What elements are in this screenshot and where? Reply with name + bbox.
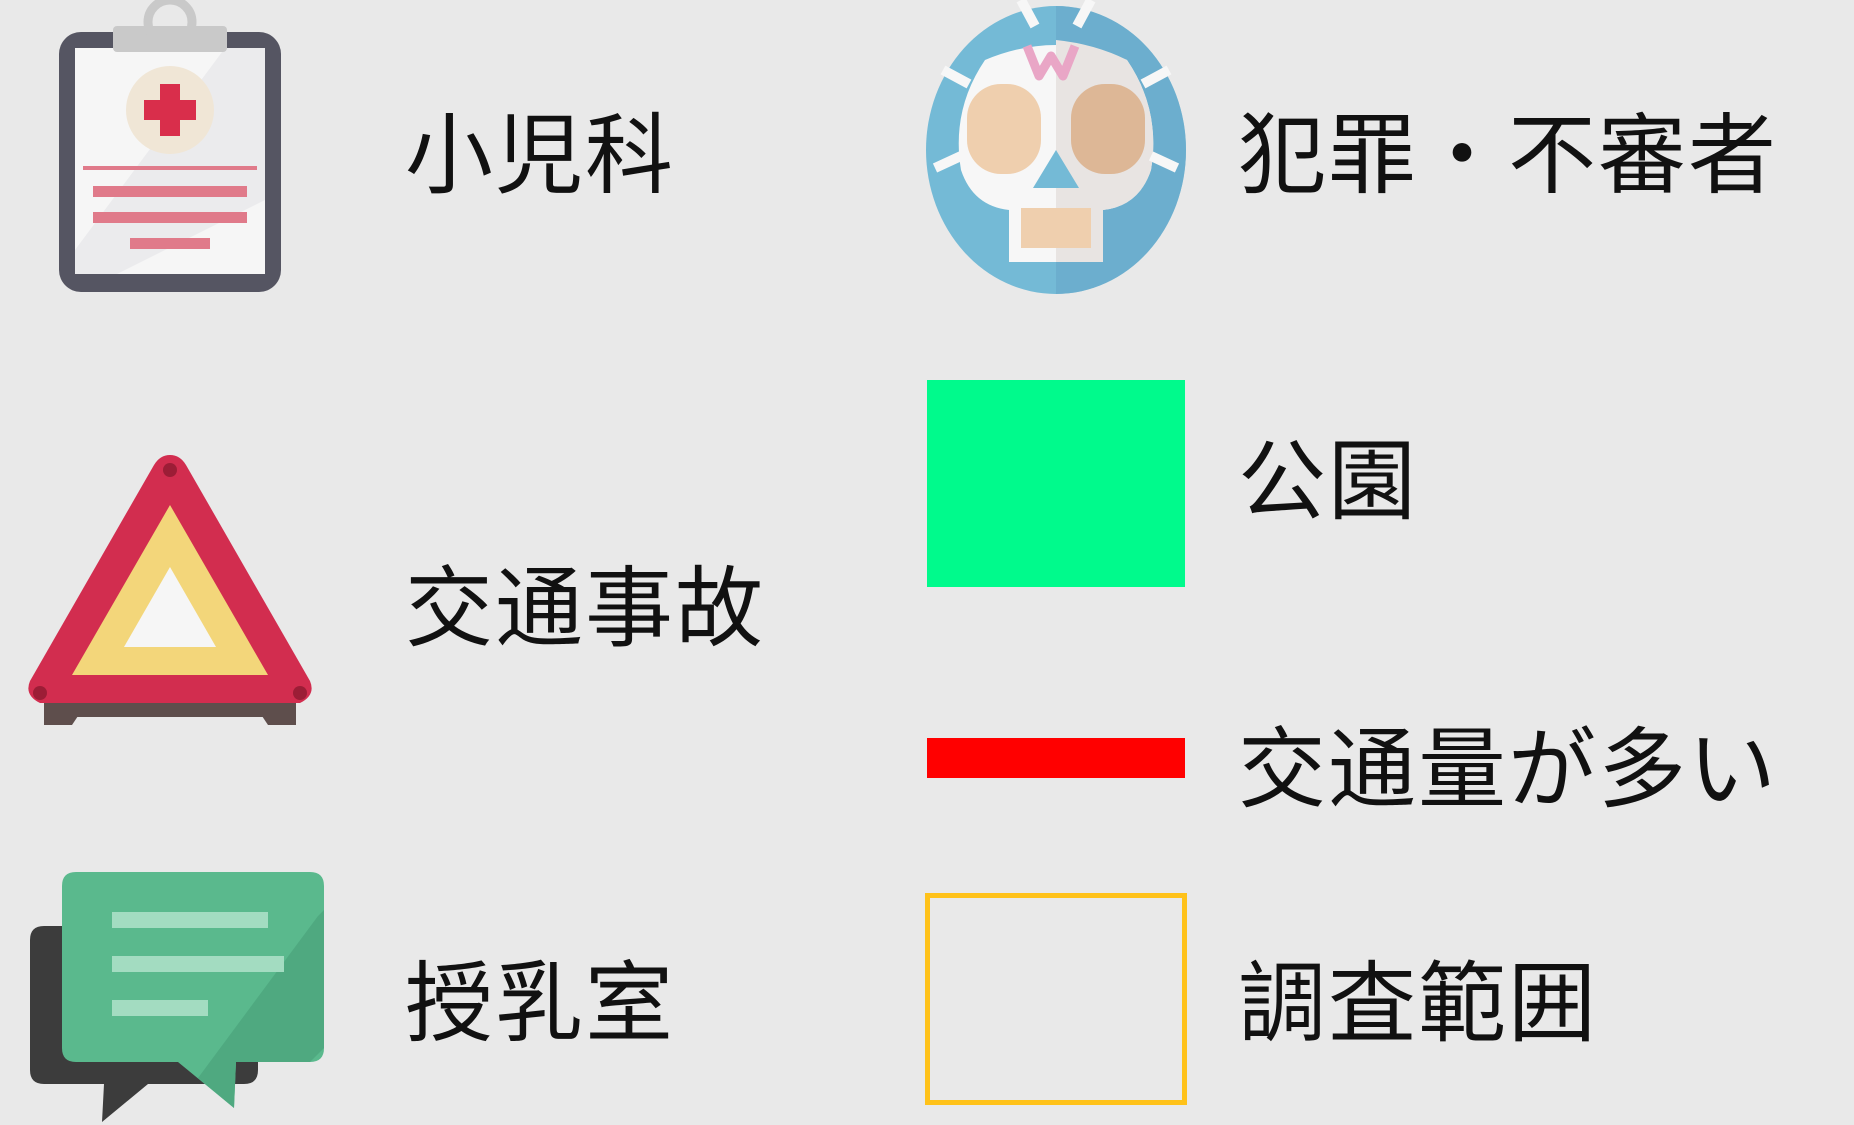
- map-legend: 小児科 交通事故 授乳室 犯罪・不審者 公園 交通量が多い 調査範囲: [0, 0, 1854, 1125]
- green-square-swatch: [927, 380, 1185, 587]
- legend-label-survey-area: 調査範囲: [1238, 952, 1599, 1055]
- red-line-swatch: [927, 738, 1185, 778]
- clipboard-medical-icon: [55, 0, 285, 296]
- legend-label-traffic-accident: 交通事故: [405, 557, 766, 660]
- chat-bubble-icon: [28, 870, 328, 1125]
- legend-label-crime: 犯罪・不審者: [1238, 104, 1779, 207]
- wrestler-mask-icon: [925, 0, 1187, 295]
- legend-label-heavy-traffic: 交通量が多い: [1238, 718, 1779, 821]
- legend-label-park: 公園: [1238, 430, 1419, 533]
- legend-label-pediatrics: 小児科: [405, 104, 676, 207]
- outline-square-swatch: [925, 893, 1187, 1105]
- legend-label-nursing-room: 授乳室: [405, 952, 676, 1055]
- warning-triangle-icon: [20, 445, 320, 735]
